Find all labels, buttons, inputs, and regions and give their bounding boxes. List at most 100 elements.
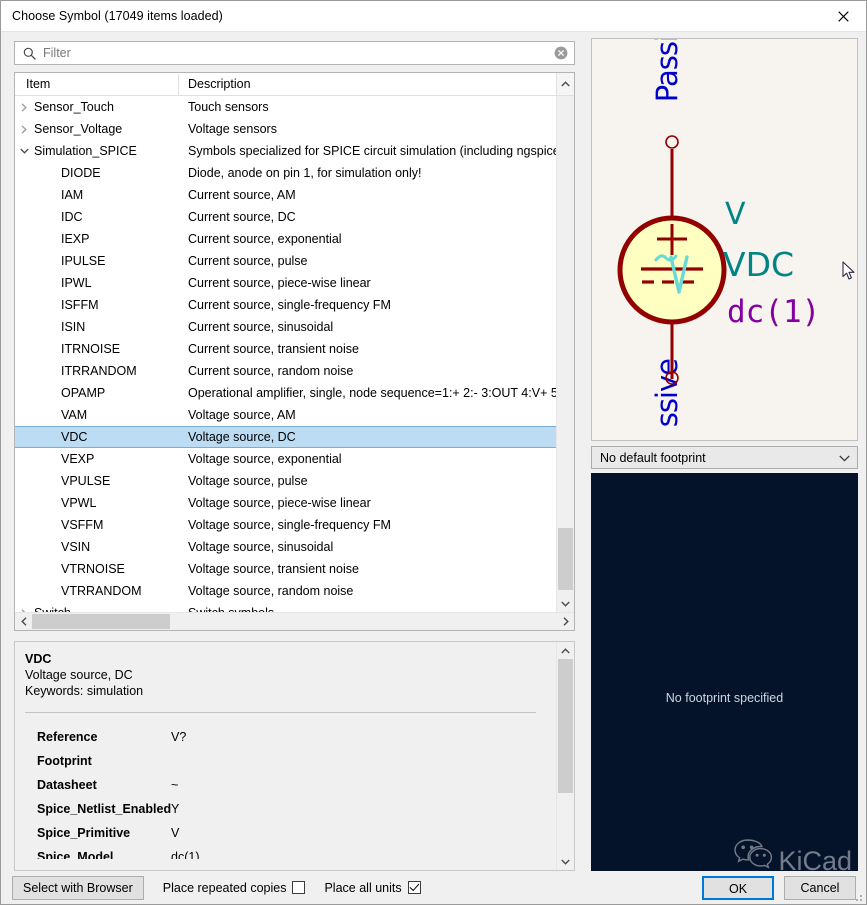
place-all-units-checkbox[interactable]: Place all units — [324, 881, 420, 895]
tree-scroll-left-icon[interactable] — [15, 613, 32, 630]
details-field-value — [171, 749, 556, 773]
tree-row-name: VDC — [33, 430, 179, 444]
symbol-value-text: VDC — [723, 245, 794, 284]
wechat-logo-icon — [733, 836, 775, 871]
tree-row-name: VTRNOISE — [33, 562, 179, 576]
details-field-label: Datasheet — [25, 773, 171, 797]
place-repeated-copies-checkbox[interactable]: Place repeated copies — [163, 881, 306, 895]
symbol-preview-canvas[interactable]: Passi ssive — [591, 38, 858, 441]
tree-row-name: IPWL — [33, 276, 179, 290]
tree-row-vpwl[interactable]: VPWLVoltage source, piece-wise linear — [15, 492, 556, 514]
tree-row-name: Sensor_Touch — [33, 100, 179, 114]
select-with-browser-button[interactable]: Select with Browser — [12, 876, 144, 900]
tree-row-itrrandom[interactable]: ITRRANDOMCurrent source, random noise — [15, 360, 556, 382]
details-field-label: Reference — [25, 725, 171, 749]
ok-button[interactable]: OK — [702, 876, 774, 900]
tree-row-vtrnoise[interactable]: VTRNOISEVoltage source, transient noise — [15, 558, 556, 580]
tree-row-vpulse[interactable]: VPULSEVoltage source, pulse — [15, 470, 556, 492]
tree-row-name: VPULSE — [33, 474, 179, 488]
tree-row-description: Current source, single-frequency FM — [179, 298, 556, 312]
tree-row-description: Current source, piece-wise linear — [179, 276, 556, 290]
details-field-row: Datasheet~ — [25, 773, 556, 797]
tree-row-vsin[interactable]: VSINVoltage source, sinusoidal — [15, 536, 556, 558]
tree-hscroll-track[interactable] — [32, 613, 557, 630]
footprint-preview-canvas[interactable]: No footprint specified KiCad — [591, 473, 858, 871]
symbol-graphic — [592, 39, 858, 441]
tree-scroll-down-icon[interactable] — [557, 595, 574, 612]
tree-row-name: OPAMP — [33, 386, 179, 400]
dialog-title: Choose Symbol (17049 items loaded) — [1, 9, 223, 23]
tree-row-description: Voltage source, sinusoidal — [179, 540, 556, 554]
tree-header: Item Description — [15, 73, 574, 96]
details-scroll-up-icon[interactable] — [557, 642, 574, 659]
tree-vscroll-thumb[interactable] — [558, 528, 573, 590]
tree-row-name: VSIN — [33, 540, 179, 554]
chevron-right-icon[interactable] — [15, 125, 33, 134]
tree-row-description: Current source, sinusoidal — [179, 320, 556, 334]
tree-row-description: Voltage source, exponential — [179, 452, 556, 466]
resize-grip[interactable] — [853, 892, 863, 902]
dialog-action-buttons: OK Cancel — [702, 876, 856, 900]
tree-row-description: Operational amplifier, single, node sequ… — [179, 386, 556, 400]
tree-row-idc[interactable]: IDCCurrent source, DC — [15, 206, 556, 228]
tree-row-opamp[interactable]: OPAMPOperational amplifier, single, node… — [15, 382, 556, 404]
tree-row-itrnoise[interactable]: ITRNOISECurrent source, transient noise — [15, 338, 556, 360]
details-vscroll-thumb[interactable] — [558, 659, 573, 793]
tree-vertical-scrollbar[interactable] — [556, 96, 574, 612]
column-header-description[interactable]: Description — [179, 74, 556, 95]
chevron-down-icon — [839, 451, 850, 465]
tree-row-simulation_spice[interactable]: Simulation_SPICESymbols specialized for … — [15, 140, 556, 162]
tree-rows[interactable]: Sensor_TouchTouch sensorsSensor_VoltageV… — [15, 96, 556, 612]
tree-row-name: ISFFM — [33, 298, 179, 312]
tree-row-diode[interactable]: DIODEDiode, anode on pin 1, for simulati… — [15, 162, 556, 184]
tree-row-description: Diode, anode on pin 1, for simulation on… — [179, 166, 556, 180]
tree-row-switch[interactable]: SwitchSwitch symbols — [15, 602, 556, 612]
tree-row-description: Voltage source, pulse — [179, 474, 556, 488]
place-repeated-copies-label: Place repeated copies — [163, 881, 287, 895]
tree-row-iexp[interactable]: IEXPCurrent source, exponential — [15, 228, 556, 250]
place-all-units-box[interactable] — [408, 881, 421, 894]
tree-row-vsffm[interactable]: VSFFMVoltage source, single-frequency FM — [15, 514, 556, 536]
tree-scroll-right-icon[interactable] — [557, 613, 574, 630]
details-vertical-scrollbar[interactable] — [556, 642, 574, 870]
filter-box[interactable] — [14, 41, 575, 65]
dialog-bottom-bar: Select with Browser Place repeated copie… — [1, 871, 866, 904]
tree-row-isffm[interactable]: ISFFMCurrent source, single-frequency FM — [15, 294, 556, 316]
tree-row-sensor_touch[interactable]: Sensor_TouchTouch sensors — [15, 96, 556, 118]
cancel-button[interactable]: Cancel — [784, 876, 856, 900]
tree-row-name: IDC — [33, 210, 179, 224]
tree-row-ipwl[interactable]: IPWLCurrent source, piece-wise linear — [15, 272, 556, 294]
tree-row-iam[interactable]: IAMCurrent source, AM — [15, 184, 556, 206]
tree-row-name: ITRNOISE — [33, 342, 179, 356]
details-field-label: Spice_Primitive — [25, 821, 171, 845]
tree-row-vexp[interactable]: VEXPVoltage source, exponential — [15, 448, 556, 470]
details-scroll-down-icon[interactable] — [557, 853, 574, 870]
footprint-select[interactable]: No default footprint — [591, 446, 858, 469]
close-icon[interactable] — [820, 2, 866, 31]
search-input[interactable] — [43, 46, 554, 60]
chevron-right-icon[interactable] — [15, 103, 33, 112]
footprint-select-value: No default footprint — [600, 451, 706, 465]
symbol-tree: Item Description Sensor_TouchTouch senso… — [14, 72, 575, 631]
clear-circle-icon[interactable] — [554, 46, 568, 60]
place-repeated-copies-box[interactable] — [292, 881, 305, 894]
tree-row-name: VSFFM — [33, 518, 179, 532]
chevron-down-icon[interactable] — [15, 148, 33, 154]
tree-vscroll-track[interactable] — [557, 96, 574, 595]
column-header-item[interactable]: Item — [15, 74, 179, 95]
place-all-units-label: Place all units — [324, 881, 401, 895]
tree-hscroll-thumb[interactable] — [32, 614, 170, 629]
mouse-cursor-icon — [842, 261, 856, 284]
details-field-value: V? — [171, 725, 556, 749]
tree-row-description: Voltage source, piece-wise linear — [179, 496, 556, 510]
tree-row-vdc[interactable]: VDCVoltage source, DC — [15, 426, 556, 448]
tree-row-vtrrandom[interactable]: VTRRANDOMVoltage source, random noise — [15, 580, 556, 602]
tree-row-description: Voltage sensors — [179, 122, 556, 136]
tree-scroll-up-icon[interactable] — [556, 73, 574, 95]
tree-horizontal-scrollbar[interactable] — [15, 612, 574, 630]
tree-row-sensor_voltage[interactable]: Sensor_VoltageVoltage sensors — [15, 118, 556, 140]
tree-row-isin[interactable]: ISINCurrent source, sinusoidal — [15, 316, 556, 338]
tree-row-ipulse[interactable]: IPULSECurrent source, pulse — [15, 250, 556, 272]
details-vscroll-track[interactable] — [557, 659, 574, 853]
tree-row-vam[interactable]: VAMVoltage source, AM — [15, 404, 556, 426]
